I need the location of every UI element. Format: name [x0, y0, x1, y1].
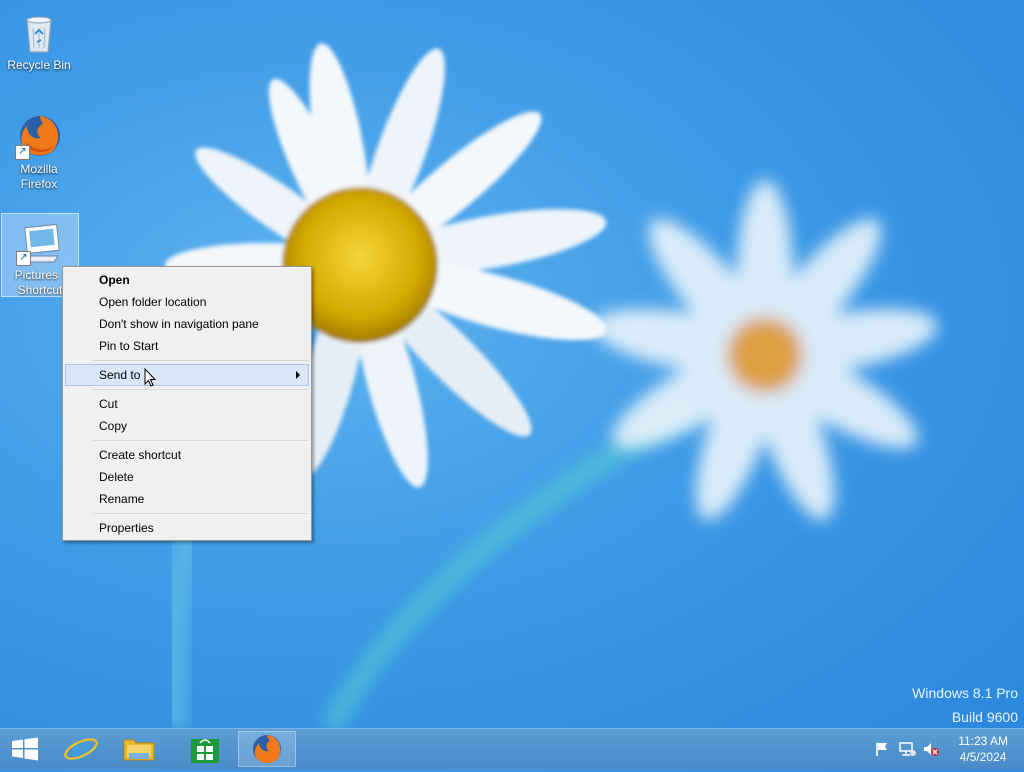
- menu-separator: [93, 513, 309, 514]
- firefox-icon: [253, 735, 281, 764]
- mouse-cursor-icon: [144, 368, 157, 387]
- menu-item-open[interactable]: Open: [65, 269, 309, 291]
- menu-item-rename[interactable]: Rename: [65, 488, 309, 510]
- pictures-library-icon: ↗: [16, 218, 64, 266]
- clock-time: 11:23 AM: [958, 734, 1008, 748]
- menu-item-create-shortcut[interactable]: Create shortcut: [65, 444, 309, 466]
- context-menu: Open Open folder location Don't show in …: [62, 266, 312, 541]
- menu-separator: [93, 440, 309, 441]
- windows-edition-watermark: Windows 8.1 Pro: [912, 685, 1018, 701]
- menu-item-properties[interactable]: Properties: [65, 517, 309, 539]
- taskbar-store[interactable]: [178, 731, 232, 767]
- desktop-icon-recycle-bin[interactable]: Recycle Bin: [1, 4, 77, 76]
- menu-item-send-to[interactable]: Send to: [65, 364, 309, 387]
- firefox-icon: ↗: [15, 112, 63, 160]
- menu-item-open-folder-location[interactable]: Open folder location: [65, 291, 309, 313]
- network-icon[interactable]: [898, 741, 916, 757]
- menu-separator: [93, 360, 309, 361]
- menu-item-cut[interactable]: Cut: [65, 393, 309, 415]
- volume-muted-icon[interactable]: [922, 741, 940, 757]
- svg-text:e: e: [71, 732, 90, 767]
- system-tray: [872, 729, 942, 769]
- internet-explorer-icon: e: [64, 732, 98, 767]
- menu-item-pin-to-start[interactable]: Pin to Start: [65, 335, 309, 357]
- menu-item-dont-show-in-navigation-pane[interactable]: Don't show in navigation pane: [65, 313, 309, 335]
- taskbar-firefox[interactable]: [238, 731, 296, 767]
- file-explorer-icon: [123, 739, 155, 761]
- submenu-arrow-icon: [296, 371, 300, 379]
- clock-date: 4/5/2024: [959, 750, 1007, 764]
- menu-item-copy[interactable]: Copy: [65, 415, 309, 437]
- start-button[interactable]: [0, 731, 50, 767]
- taskbar-clock[interactable]: 11:23 AM 4/5/2024: [958, 733, 1008, 765]
- menu-separator: [93, 389, 309, 390]
- menu-item-delete[interactable]: Delete: [65, 466, 309, 488]
- taskbar-internet-explorer[interactable]: e: [54, 731, 108, 767]
- desktop-icon-label: Mozilla Firefox: [20, 162, 58, 191]
- desktop-icon-firefox[interactable]: ↗ Mozilla Firefox: [1, 108, 77, 194]
- recycle-bin-icon: [15, 8, 63, 56]
- action-center-flag-icon[interactable]: [874, 741, 890, 757]
- shortcut-arrow-icon: ↗: [15, 145, 30, 160]
- shortcut-arrow-icon: ↗: [16, 251, 31, 266]
- store-icon: [191, 739, 219, 763]
- taskbar-file-explorer[interactable]: [112, 731, 166, 767]
- windows-logo-icon: [12, 737, 38, 761]
- windows-build-watermark: Build 9600: [951, 709, 1018, 725]
- taskbar: e 11:23 AM 4/5/2024: [0, 728, 1024, 769]
- menu-item-label: Send to: [99, 368, 141, 382]
- desktop-icon-label: Recycle Bin: [7, 58, 71, 72]
